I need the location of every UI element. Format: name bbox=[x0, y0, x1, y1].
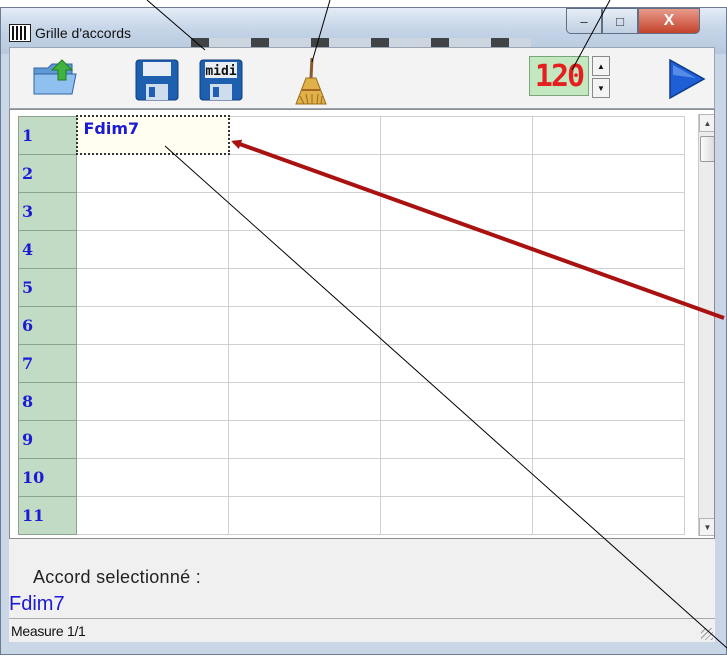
chord-cell[interactable] bbox=[532, 115, 685, 155]
measure-number: 7 bbox=[18, 343, 77, 383]
grid-row: 3 bbox=[18, 191, 685, 231]
scroll-thumb[interactable] bbox=[700, 136, 714, 162]
grid-vertical-scrollbar[interactable]: ▲ ▼ bbox=[698, 114, 714, 536]
chord-cell[interactable] bbox=[532, 381, 685, 421]
tempo-display: 120 bbox=[529, 56, 589, 96]
broom-icon[interactable] bbox=[294, 56, 328, 106]
chord-cell[interactable] bbox=[532, 229, 685, 269]
chord-cell[interactable] bbox=[532, 457, 685, 497]
measure-number: 2 bbox=[18, 153, 77, 193]
measure-number: 8 bbox=[18, 381, 77, 421]
chord-cell[interactable] bbox=[76, 343, 229, 383]
chord-cell[interactable] bbox=[228, 419, 381, 459]
chord-cell[interactable] bbox=[76, 495, 229, 535]
tempo-value: 120 bbox=[534, 58, 585, 94]
window-title: Grille d'accords bbox=[35, 25, 132, 41]
chord-cell[interactable] bbox=[76, 153, 229, 193]
midi-label: midi bbox=[205, 64, 236, 79]
scroll-up-button[interactable]: ▲ bbox=[699, 114, 714, 132]
chord-cell[interactable] bbox=[380, 495, 533, 535]
chord-cell[interactable] bbox=[532, 343, 685, 383]
chord-cell[interactable] bbox=[228, 381, 381, 421]
minimize-button[interactable]: – bbox=[566, 8, 602, 34]
chord-cell[interactable] bbox=[380, 343, 533, 383]
close-button[interactable]: X bbox=[638, 8, 700, 34]
chord-cell[interactable] bbox=[228, 343, 381, 383]
chord-text: Fdim7 bbox=[83, 119, 140, 138]
chord-cell[interactable] bbox=[380, 457, 533, 497]
chord-cell[interactable] bbox=[228, 267, 381, 307]
measure-number: 6 bbox=[18, 305, 77, 345]
chord-cell[interactable] bbox=[228, 457, 381, 497]
chord-cell[interactable] bbox=[532, 191, 685, 231]
chord-cell[interactable] bbox=[380, 115, 533, 155]
chord-cell[interactable] bbox=[228, 229, 381, 269]
grid-row: 11 bbox=[18, 495, 685, 535]
chord-cell[interactable] bbox=[228, 191, 381, 231]
toolbar: midi 120 ▲ ▼ bbox=[9, 47, 715, 109]
grid-row: 5 bbox=[18, 267, 685, 307]
chord-cell[interactable] bbox=[532, 153, 685, 193]
grid-row: 1 Fdim7 bbox=[18, 115, 685, 155]
maximize-button[interactable]: □ bbox=[602, 8, 638, 34]
chord-cell[interactable] bbox=[228, 305, 381, 345]
grid-row: 10 bbox=[18, 457, 685, 497]
selected-chord-value: Fdim7 bbox=[9, 593, 65, 615]
chord-cell[interactable] bbox=[76, 419, 229, 459]
chord-cell[interactable] bbox=[532, 267, 685, 307]
measure-number: 1 bbox=[18, 115, 77, 155]
folder-open-icon[interactable] bbox=[32, 58, 78, 98]
midi-floppy-icon[interactable]: midi bbox=[198, 58, 244, 102]
chord-cell[interactable] bbox=[532, 495, 685, 535]
measure-number: 9 bbox=[18, 419, 77, 459]
tempo-down-button[interactable]: ▼ bbox=[592, 78, 610, 98]
grid-row: 6 bbox=[18, 305, 685, 345]
chord-cell[interactable] bbox=[76, 229, 229, 269]
tempo-spinner[interactable]: ▲ ▼ bbox=[592, 56, 610, 98]
status-text: Measure 1/1 bbox=[11, 623, 86, 639]
selected-chord-label: Accord selectionné : bbox=[33, 567, 202, 587]
chord-cell[interactable] bbox=[76, 305, 229, 345]
chord-cell[interactable]: Fdim7 bbox=[75, 115, 230, 155]
status-bar: Measure 1/1 bbox=[9, 618, 715, 642]
save-floppy-icon[interactable] bbox=[134, 58, 180, 102]
selected-chord-panel: Accord selectionné : Fdim7 bbox=[9, 539, 715, 618]
resize-grip[interactable] bbox=[701, 628, 713, 640]
play-icon[interactable] bbox=[664, 58, 706, 100]
chord-grid: 1 Fdim7 2 3 4 5 6 7 8 9 10 11 ▲ ▼ bbox=[9, 109, 715, 539]
chord-cell[interactable] bbox=[532, 305, 685, 345]
chord-cell[interactable] bbox=[380, 153, 533, 193]
grid-row: 9 bbox=[18, 419, 685, 459]
scroll-down-button[interactable]: ▼ bbox=[699, 518, 714, 536]
measure-number: 3 bbox=[18, 191, 77, 231]
chord-cell[interactable] bbox=[380, 229, 533, 269]
chord-cell[interactable] bbox=[76, 191, 229, 231]
tempo-up-button[interactable]: ▲ bbox=[592, 56, 610, 76]
chord-cell[interactable] bbox=[532, 419, 685, 459]
measure-number: 5 bbox=[18, 267, 77, 307]
grid-row: 8 bbox=[18, 381, 685, 421]
grid-row: 7 bbox=[18, 343, 685, 383]
chord-cell[interactable] bbox=[380, 419, 533, 459]
grid-row: 2 bbox=[18, 153, 685, 193]
piano-app-icon bbox=[9, 24, 31, 42]
measure-number: 11 bbox=[18, 495, 77, 535]
chord-grid-table: 1 Fdim7 2 3 4 5 6 7 8 9 10 11 bbox=[18, 115, 685, 535]
chord-cell[interactable] bbox=[380, 267, 533, 307]
chord-cell[interactable] bbox=[76, 267, 229, 307]
grid-row: 4 bbox=[18, 229, 685, 269]
chord-cell[interactable] bbox=[228, 115, 381, 155]
measure-number: 10 bbox=[18, 457, 77, 497]
chord-cell[interactable] bbox=[380, 381, 533, 421]
chord-cell[interactable] bbox=[380, 191, 533, 231]
chord-cell[interactable] bbox=[76, 457, 229, 497]
chord-cell[interactable] bbox=[76, 381, 229, 421]
chord-cell[interactable] bbox=[228, 153, 381, 193]
chord-cell[interactable] bbox=[228, 495, 381, 535]
chord-cell[interactable] bbox=[380, 305, 533, 345]
measure-number: 4 bbox=[18, 229, 77, 269]
